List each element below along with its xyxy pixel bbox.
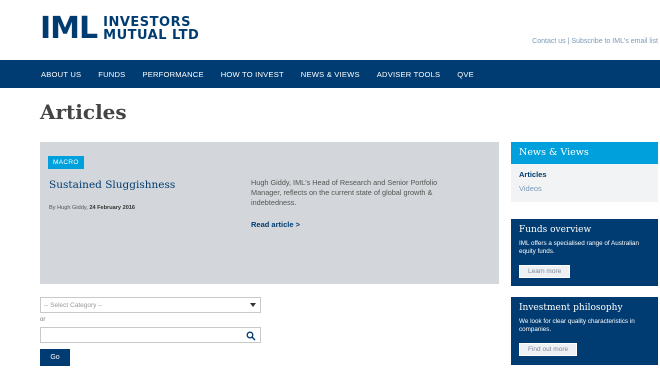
header-links: Contact us | Subscribe to IML's email list bbox=[532, 38, 658, 45]
logo-text: INVESTORS MUTUAL LTD bbox=[103, 16, 199, 42]
search-input[interactable] bbox=[40, 327, 261, 343]
learn-more-button[interactable]: Learn more bbox=[519, 265, 571, 278]
contact-link[interactable]: Contact us bbox=[532, 38, 565, 45]
main-nav: ABOUT US FUNDS PERFORMANCE HOW TO INVEST… bbox=[0, 60, 660, 88]
sidebar-item-videos[interactable]: Videos bbox=[519, 184, 650, 193]
featured-article: MACRO Sustained Sluggishness By Hugh Gid… bbox=[40, 142, 499, 284]
byline-date: 24 February 2016 bbox=[89, 205, 136, 211]
iml-logo[interactable]: IML INVESTORS MUTUAL LTD bbox=[40, 14, 199, 44]
subscribe-link[interactable]: Subscribe to IML's email list bbox=[571, 38, 658, 45]
link-separator: | bbox=[567, 38, 570, 45]
funds-overview-text: IML offers a specialised range of Austra… bbox=[519, 240, 640, 255]
funds-overview-panel: Funds overview IML offers a specialised … bbox=[511, 219, 658, 286]
news-views-heading: News & Views bbox=[511, 142, 658, 164]
investment-philosophy-panel: Investment philosophy We look for clear … bbox=[511, 297, 658, 365]
logo-line-2: MUTUAL LTD bbox=[103, 28, 200, 43]
funds-overview-title: Funds overview bbox=[519, 225, 592, 235]
logo-mark: IML bbox=[40, 11, 98, 46]
category-select[interactable]: -- Select Category -- bbox=[40, 297, 261, 313]
nav-performance[interactable]: PERFORMANCE bbox=[142, 70, 203, 79]
or-label: or bbox=[40, 317, 46, 323]
nav-about-us[interactable]: ABOUT US bbox=[41, 70, 81, 79]
chevron-down-icon bbox=[250, 303, 256, 307]
news-views-panel: News & Views Articles Videos bbox=[511, 142, 658, 202]
page-title: Articles bbox=[40, 100, 127, 124]
site-header: IML INVESTORS MUTUAL LTD Contact us | Subs… bbox=[0, 0, 660, 58]
nav-news-views[interactable]: NEWS & VIEWS bbox=[301, 70, 360, 79]
article-title[interactable]: Sustained Sluggishness bbox=[49, 179, 175, 191]
sidebar-item-articles[interactable]: Articles bbox=[519, 170, 650, 179]
news-views-links: Articles Videos bbox=[511, 164, 658, 202]
search-icon[interactable] bbox=[246, 331, 256, 341]
article-byline: By Hugh Giddy, 24 February 2016 bbox=[49, 205, 135, 211]
article-summary: Hugh Giddy, IML's Head of Research and S… bbox=[251, 178, 438, 207]
investment-philosophy-text: We look for clear quality characteristic… bbox=[519, 318, 635, 333]
go-button[interactable]: Go bbox=[40, 349, 70, 366]
byline-author: By Hugh Giddy, bbox=[49, 205, 88, 211]
category-tag[interactable]: MACRO bbox=[48, 156, 84, 169]
investment-philosophy-title: Investment philosophy bbox=[519, 303, 623, 313]
nav-funds[interactable]: FUNDS bbox=[98, 70, 125, 79]
nav-adviser-tools[interactable]: ADVISER TOOLS bbox=[377, 70, 441, 79]
nav-how-to-invest[interactable]: HOW TO INVEST bbox=[221, 70, 284, 79]
find-out-more-button[interactable]: Find out more bbox=[519, 343, 578, 356]
nav-qve[interactable]: QVE bbox=[457, 70, 474, 79]
read-article-link[interactable]: Read article > bbox=[251, 220, 300, 229]
category-select-value: -- Select Category -- bbox=[44, 302, 103, 309]
